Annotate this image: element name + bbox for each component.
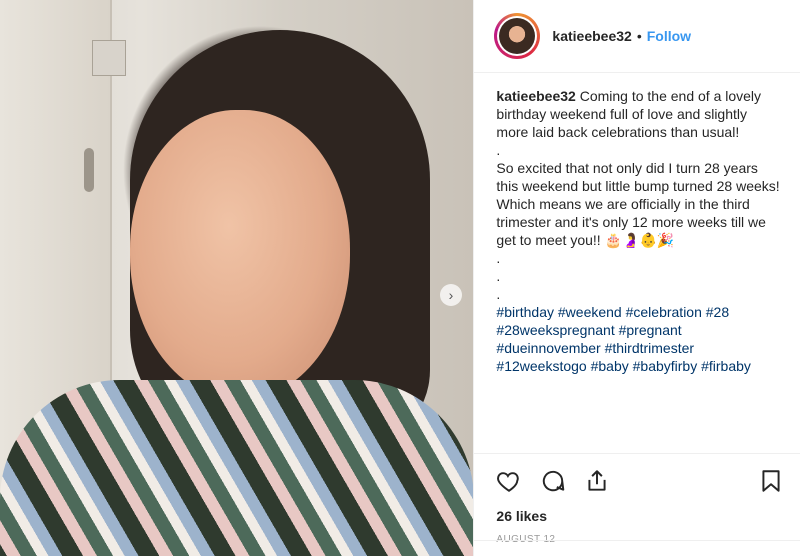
chevron-right-icon[interactable]: › [440, 284, 462, 306]
avatar-image [499, 18, 536, 54]
post-date[interactable]: AUGUST 12 [474, 524, 800, 545]
caption-line: . [496, 250, 501, 266]
separator-dot: • [636, 28, 642, 44]
action-icons [474, 454, 800, 500]
instagram-post: › katieebee32 • Follow katieebee32 Comin… [0, 0, 800, 556]
bookmark-icon[interactable] [758, 468, 784, 494]
caption-line: . [496, 142, 501, 158]
comment-icon[interactable] [540, 468, 566, 494]
caption-line: . [496, 286, 501, 302]
caption-line: . [496, 268, 501, 284]
post-side-panel: katieebee32 • Follow katieebee32 Coming … [473, 0, 800, 556]
heart-icon[interactable] [496, 468, 522, 494]
hashtags[interactable]: #birthday #weekend #celebration #28 #28w… [496, 303, 780, 375]
light-switch [92, 40, 126, 76]
post-photo[interactable]: › [0, 0, 474, 556]
post-header: katieebee32 • Follow [474, 0, 800, 73]
share-icon[interactable] [584, 468, 610, 494]
post-actions: 26 likes AUGUST 12 [474, 453, 800, 545]
photo-shirt [0, 380, 474, 556]
avatar[interactable] [494, 13, 541, 59]
post-caption: katieebee32 Coming to the end of a lovel… [474, 73, 800, 405]
divider [474, 540, 800, 541]
follow-button[interactable]: Follow [647, 28, 691, 44]
username-link[interactable]: katieebee32 [552, 28, 631, 44]
caption-line: So excited that not only did I turn 28 y… [496, 160, 780, 248]
like-count[interactable]: 26 likes [474, 500, 800, 524]
photo-face [130, 110, 350, 400]
caption-username[interactable]: katieebee32 [496, 88, 575, 104]
door-handle [84, 148, 94, 192]
